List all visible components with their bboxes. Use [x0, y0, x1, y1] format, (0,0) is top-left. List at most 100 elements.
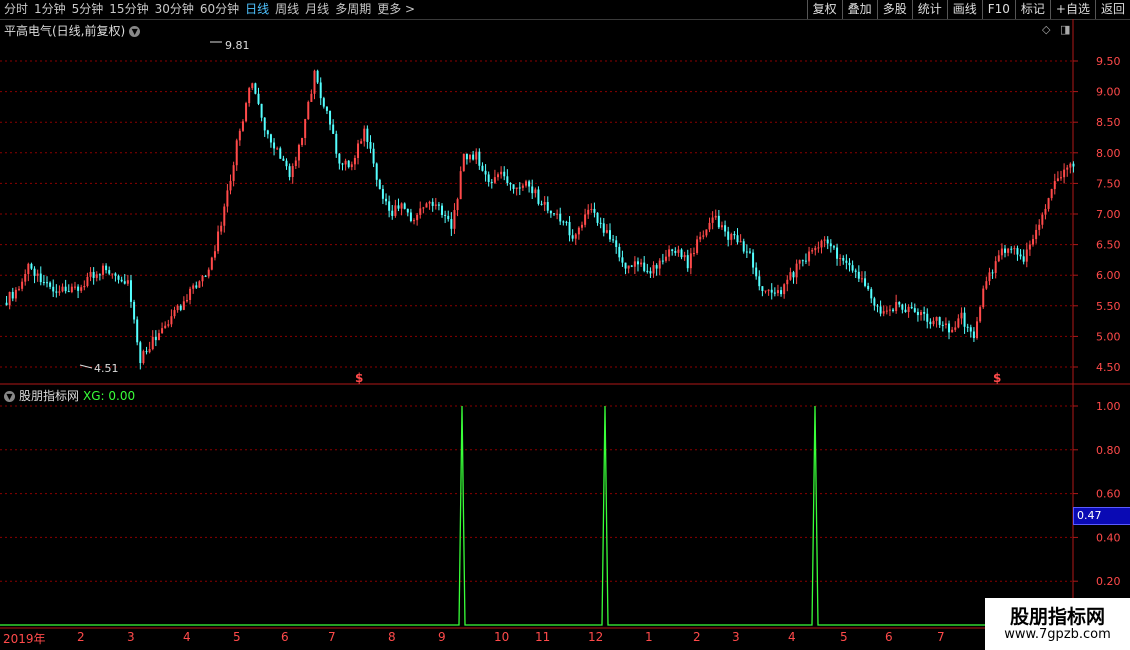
candle-body	[378, 179, 381, 189]
candle-body	[932, 320, 935, 325]
chevron-down-icon[interactable]: ▼	[4, 391, 15, 402]
indicator-name: 股朋指标网	[19, 389, 80, 403]
candle-body	[537, 189, 540, 204]
candle-body	[1060, 177, 1063, 179]
date-label-8: 9	[438, 630, 446, 644]
candle-body	[923, 312, 926, 314]
candle-body	[269, 134, 272, 143]
candle-body	[941, 324, 944, 326]
candle-body	[696, 239, 699, 254]
candle-body	[590, 208, 593, 210]
candle-body	[17, 288, 20, 290]
price-tick-2: 8.50	[1096, 116, 1121, 129]
candle-body	[313, 70, 316, 94]
candle-body	[525, 181, 528, 186]
candle-body	[596, 212, 599, 223]
candle-body	[254, 83, 257, 94]
candle-body	[512, 184, 515, 189]
candle-body	[916, 311, 919, 316]
candle-body	[422, 207, 425, 209]
candle-body	[562, 221, 565, 223]
signal-mark-1: $	[993, 371, 1001, 385]
candle-body	[33, 268, 36, 276]
candle-body	[552, 213, 555, 215]
candle-body	[58, 291, 61, 293]
candle-body	[332, 124, 335, 134]
candle-body	[727, 231, 730, 240]
chart-canvas[interactable]: 9.50 9.00 8.50 8.00 7.50 7.00 6.50 6.00 5.50 5.00…	[0, 0, 1130, 650]
candle-body	[161, 328, 164, 334]
candle-body	[817, 247, 820, 249]
candle-body	[702, 235, 705, 237]
candle-body	[655, 265, 658, 269]
candle-body	[951, 329, 954, 333]
candle-body	[901, 304, 904, 310]
candle-body	[1032, 239, 1035, 245]
candle-body	[985, 281, 988, 289]
candle-body	[39, 273, 42, 283]
candle-body	[139, 342, 142, 364]
candle-body	[319, 82, 322, 99]
candle-body	[851, 265, 854, 271]
candle-body	[1035, 229, 1038, 240]
candle-body	[988, 272, 991, 282]
candle-body	[260, 103, 263, 118]
price-tick-7: 6.00	[1096, 269, 1121, 282]
candle-body	[101, 265, 104, 275]
candle-body	[21, 281, 24, 289]
price-tick-9: 5.00	[1096, 330, 1121, 343]
date-label-18: 7	[937, 630, 945, 644]
candle-body	[453, 210, 456, 229]
candle-body	[413, 220, 416, 222]
candle-body	[636, 261, 639, 265]
candle-body	[204, 275, 207, 277]
candle-body	[982, 288, 985, 308]
candle-body	[571, 235, 574, 239]
candle-body	[568, 222, 571, 236]
candle-body	[291, 166, 294, 178]
candle-body	[481, 165, 484, 171]
candle-body	[720, 225, 723, 228]
date-label-1: 2	[77, 630, 85, 644]
candle-body	[304, 119, 307, 138]
candle-body	[565, 221, 568, 223]
candle-body	[646, 270, 649, 272]
candle-body	[857, 271, 860, 279]
candle-body	[624, 262, 627, 269]
candle-body	[1056, 178, 1059, 182]
candle-body	[938, 317, 941, 325]
candle-body	[960, 312, 963, 319]
date-label-3: 4	[183, 630, 191, 644]
candle-body	[5, 302, 8, 306]
candle-body	[1000, 248, 1003, 256]
candle-body	[733, 233, 736, 236]
xg-signal-line	[0, 405, 985, 626]
candle-body	[593, 208, 596, 213]
candle-body	[301, 137, 304, 145]
candle-body	[207, 269, 210, 277]
candle-body	[372, 148, 375, 164]
candle-body	[780, 290, 783, 295]
candle-body	[381, 188, 384, 199]
candle-body	[829, 243, 832, 247]
candle-body	[27, 263, 30, 274]
candle-body	[926, 313, 929, 322]
candle-body	[478, 151, 481, 166]
indicator-title[interactable]: ▼ 股朋指标网 XG: 0.00	[4, 387, 135, 404]
candle-body	[699, 236, 702, 240]
candle-body	[888, 309, 891, 311]
candle-body	[630, 265, 633, 267]
candle-body	[997, 255, 1000, 262]
candle-body	[826, 239, 829, 244]
candle-body	[892, 309, 895, 312]
candle-body	[618, 246, 621, 258]
candle-body	[717, 215, 720, 228]
candle-body	[42, 282, 45, 284]
candle-body	[148, 349, 151, 353]
candle-body	[920, 312, 923, 316]
candle-body	[136, 319, 139, 343]
candle-body	[1010, 248, 1013, 250]
candle-body	[602, 223, 605, 233]
candle-body	[764, 290, 767, 292]
candle-body	[24, 273, 27, 282]
